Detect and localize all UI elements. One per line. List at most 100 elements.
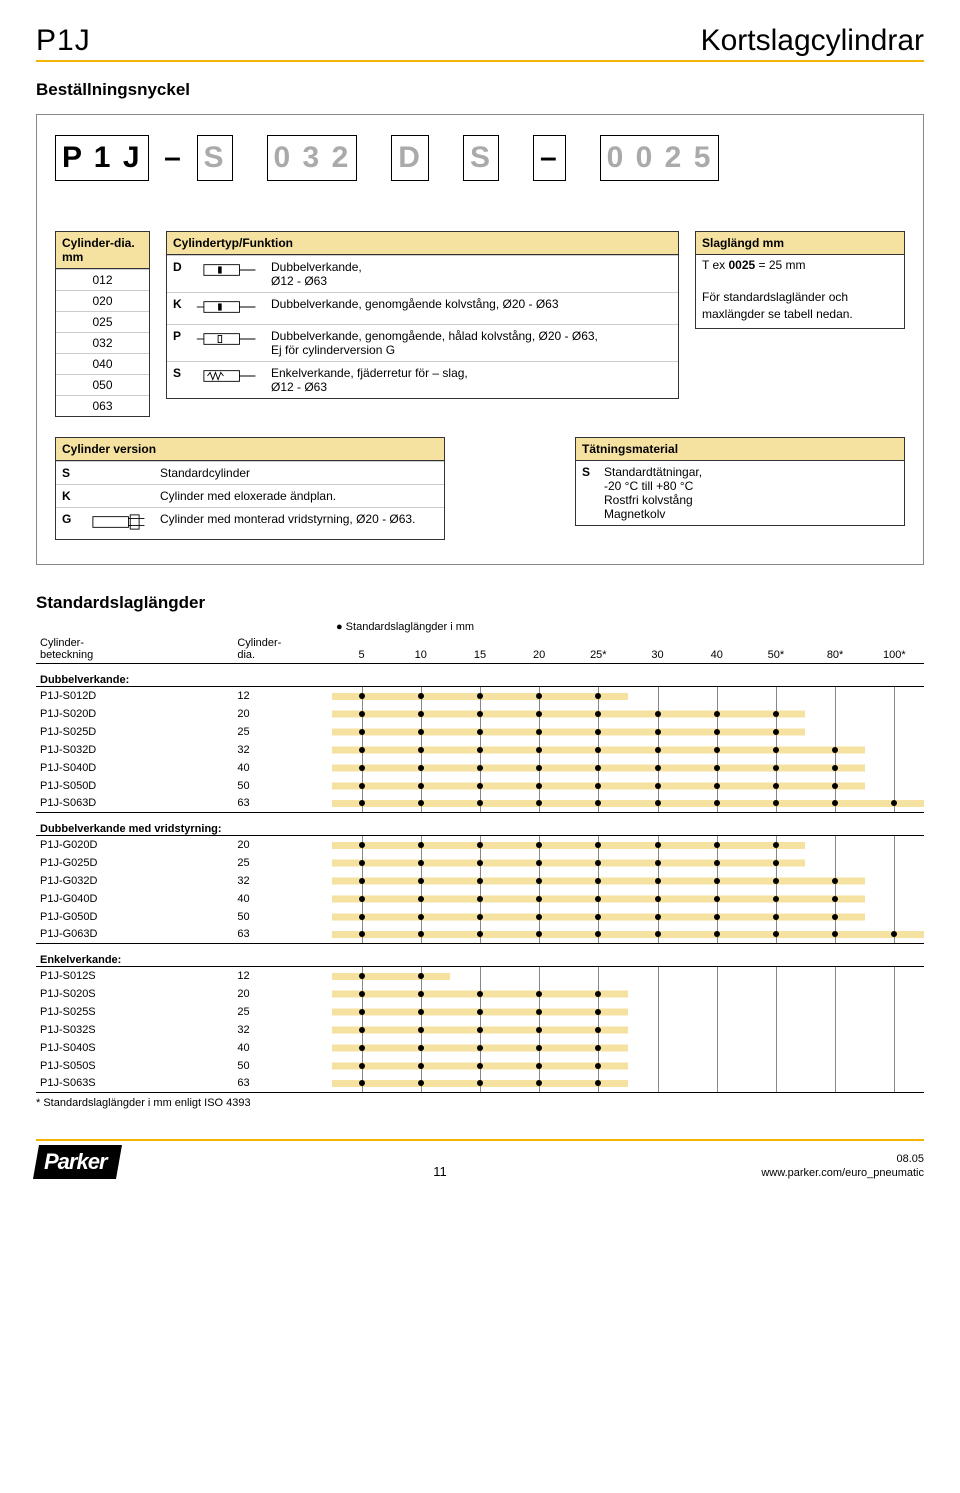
stroke-cell: [510, 795, 569, 813]
stroke-cell: [569, 1057, 628, 1075]
stroke-row-dia: 63: [233, 926, 332, 944]
stroke-cell: [332, 985, 391, 1003]
order-code-cell: P 1 J: [55, 135, 149, 181]
doc-title: Kortslagcylindrar: [701, 24, 924, 58]
stroke-cell: [391, 687, 450, 705]
stroke-cell: [628, 741, 687, 759]
stroke-cell: [865, 967, 924, 985]
stroke-row-dia: 50: [233, 1057, 332, 1075]
stroke-cell: [628, 705, 687, 723]
stroke-cell: [332, 1057, 391, 1075]
stroke-cell: [865, 908, 924, 926]
stroke-row-dia: 25: [233, 1003, 332, 1021]
stroke-row-label: P1J-S025D: [36, 723, 233, 741]
col-header-label: Cylinder- beteckning: [36, 635, 233, 664]
stroke-cell: [450, 687, 509, 705]
stroke-cell: [510, 872, 569, 890]
col-header-stroke: 80*: [805, 635, 864, 664]
stroke-length-title: Slaglängd mm: [696, 232, 904, 255]
stroke-row-label: P1J-S032D: [36, 741, 233, 759]
stroke-cell: [687, 777, 746, 795]
stroke-cell: [687, 967, 746, 985]
stroke-cell: [569, 777, 628, 795]
stroke-cell: [628, 687, 687, 705]
stroke-cell: [628, 1039, 687, 1057]
section-title: Beställningsnyckel: [36, 80, 924, 100]
stroke-cell: [865, 687, 924, 705]
stroke-cell: [450, 1057, 509, 1075]
version-symbol-icon: [78, 508, 154, 540]
doc-code: P1J: [36, 24, 91, 58]
func-desc: Dubbelverkande, Ø12 - Ø63: [265, 256, 678, 293]
stroke-cell: [332, 759, 391, 777]
stroke-cell: [450, 967, 509, 985]
stroke-cell: [510, 759, 569, 777]
stroke-row-label: P1J-G032D: [36, 872, 233, 890]
stroke-cell: [569, 741, 628, 759]
stroke-cell: [687, 926, 746, 944]
stroke-cell: [628, 1057, 687, 1075]
footer-date: 08.05: [761, 1153, 924, 1165]
stroke-cell: [450, 926, 509, 944]
stroke-cell: [687, 908, 746, 926]
stroke-cell: [805, 1003, 864, 1021]
stroke-cell: [391, 795, 450, 813]
cylinder-dia-value: 012: [56, 270, 149, 291]
seal-code: S: [576, 461, 598, 525]
stroke-cell: [569, 872, 628, 890]
stroke-cell: [805, 1039, 864, 1057]
stroke-cell: [628, 723, 687, 741]
stroke-row-label: P1J-S012D: [36, 687, 233, 705]
stroke-cell: [805, 741, 864, 759]
stroke-row-dia: 32: [233, 872, 332, 890]
stroke-cell: [805, 795, 864, 813]
stroke-row-label: P1J-S050S: [36, 1057, 233, 1075]
stroke-cell: [628, 759, 687, 777]
cylinder-symbol-icon: [189, 256, 265, 293]
stroke-cell: [510, 741, 569, 759]
stroke-cell: [391, 908, 450, 926]
stroke-example-pre: T ex: [702, 258, 728, 272]
func-desc: Enkelverkande, fjäderretur för – slag, Ø…: [265, 362, 678, 399]
stroke-cell: [746, 723, 805, 741]
stroke-row-dia: 20: [233, 705, 332, 723]
order-code-cell: –: [157, 135, 189, 181]
cylinder-func-title: Cylindertyp/Funktion: [167, 232, 678, 255]
stroke-cell: [510, 985, 569, 1003]
stroke-cell: [450, 777, 509, 795]
stroke-cell: [746, 926, 805, 944]
stroke-cell: [391, 985, 450, 1003]
stroke-cell: [510, 1057, 569, 1075]
cylinder-symbol-icon: [189, 325, 265, 362]
stroke-row-dia: 63: [233, 795, 332, 813]
stroke-cell: [391, 1003, 450, 1021]
stroke-cell: [391, 890, 450, 908]
stroke-cell: [805, 836, 864, 854]
stroke-cell: [865, 723, 924, 741]
stroke-cell: [332, 1003, 391, 1021]
version-desc: Cylinder med monterad vridstyrning, Ø20 …: [154, 508, 444, 540]
stroke-cell: [628, 1075, 687, 1093]
stroke-row-label: P1J-S020D: [36, 705, 233, 723]
stroke-cell: [450, 854, 509, 872]
stroke-cell: [746, 687, 805, 705]
stroke-legend: ● Standardslaglängder i mm: [332, 619, 924, 635]
page-footer: Parker 11 08.05 www.parker.com/euro_pneu…: [36, 1139, 924, 1179]
stroke-cell: [805, 872, 864, 890]
stroke-row-label: P1J-G040D: [36, 890, 233, 908]
parker-logo: Parker: [33, 1145, 122, 1179]
stroke-cell: [628, 908, 687, 926]
stroke-cell: [628, 1021, 687, 1039]
stroke-cell: [332, 854, 391, 872]
cylinder-func-box: Cylindertyp/Funktion DDubbelverkande, Ø1…: [166, 231, 679, 399]
col-header-stroke: 15: [450, 635, 509, 664]
stroke-cell: [805, 908, 864, 926]
cylinder-dia-title: Cylinder-dia. mm: [56, 232, 149, 269]
stroke-cell: [569, 1075, 628, 1093]
stroke-cell: [805, 687, 864, 705]
stroke-cell: [332, 872, 391, 890]
stroke-cell: [865, 741, 924, 759]
stroke-cell: [687, 985, 746, 1003]
stroke-cell: [805, 1075, 864, 1093]
stroke-cell: [746, 967, 805, 985]
